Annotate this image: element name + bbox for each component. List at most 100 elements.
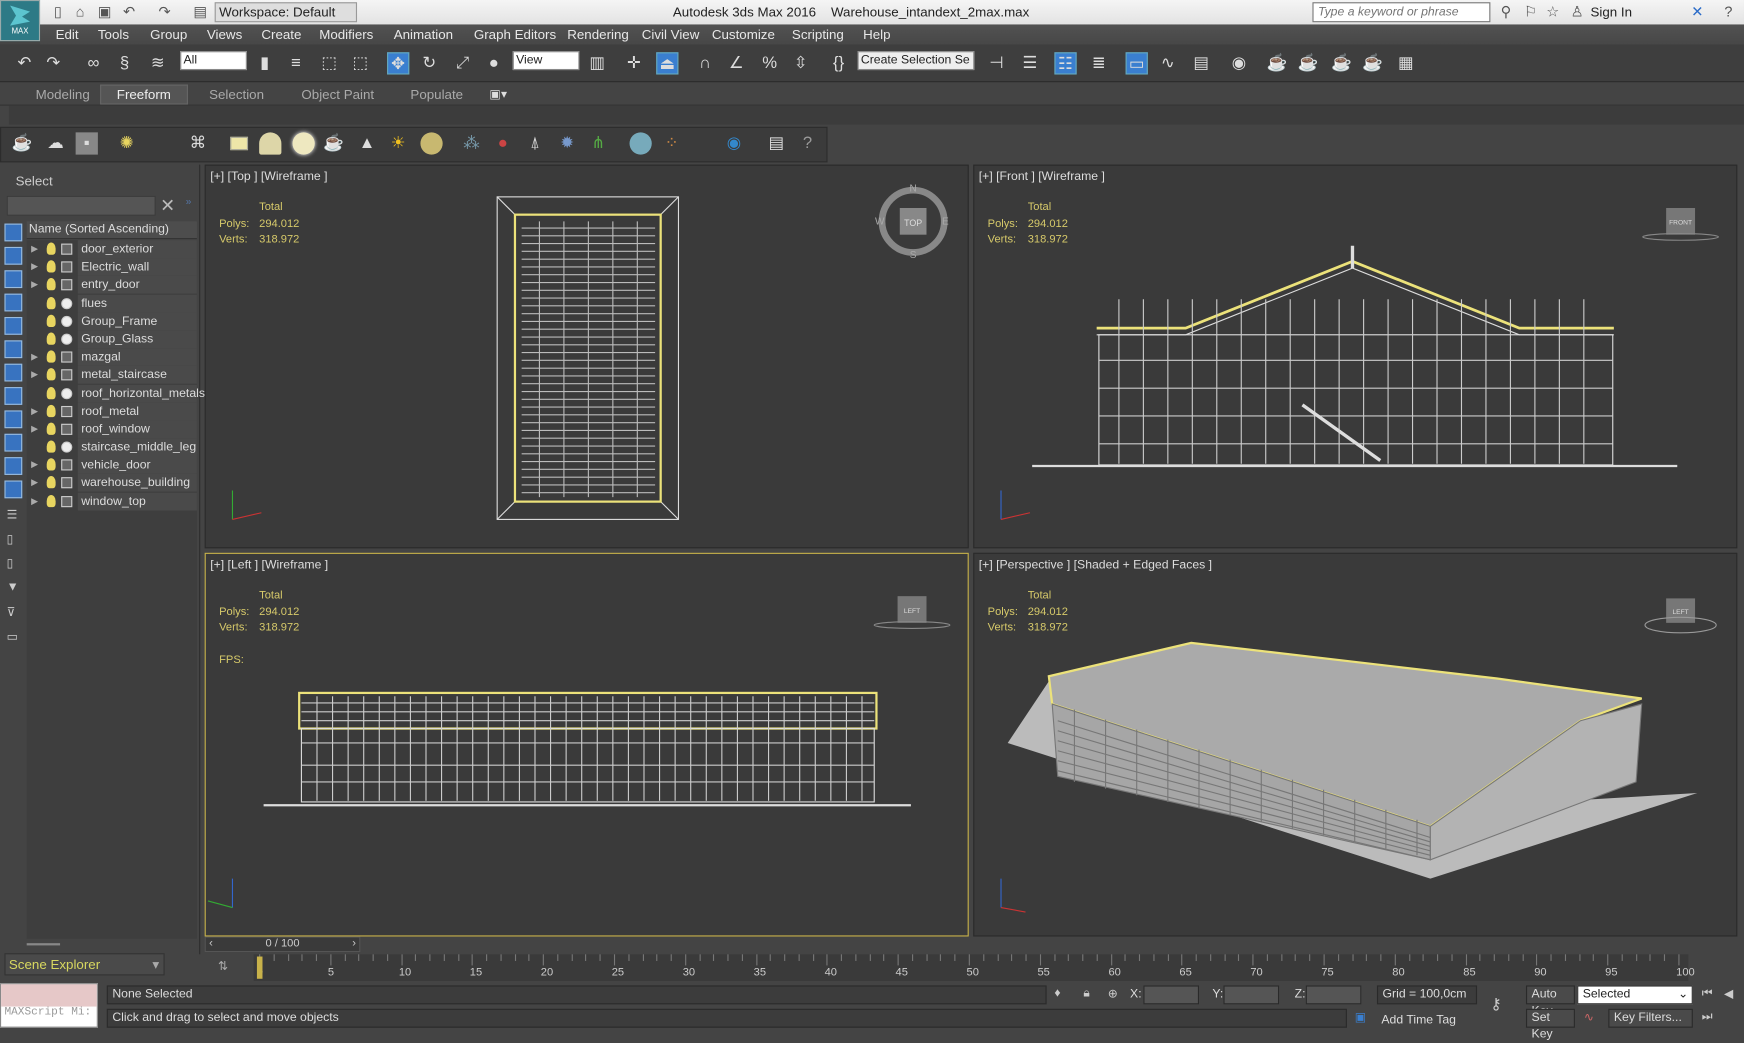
visibility-bulb-icon[interactable]	[46, 314, 56, 327]
list-item[interactable]: ▶ door_exterior	[27, 240, 197, 259]
cloud-icon[interactable]: ☁	[44, 132, 66, 154]
geosphere-icon[interactable]: ☕	[323, 132, 345, 154]
isolate-icon[interactable]: ♦	[1054, 987, 1060, 1000]
add-time-tag-button[interactable]: Add Time Tag	[1381, 1013, 1456, 1026]
favorites-star-icon[interactable]: ☆	[1544, 3, 1562, 21]
timeline-track[interactable]: 0510152025303540455055606570758085909510…	[253, 954, 1695, 981]
material-editor-icon[interactable]: ◉	[1228, 52, 1250, 74]
app-menu-button[interactable]: MAX	[0, 0, 41, 42]
render-element-icon[interactable]: ◉	[723, 132, 745, 154]
new-file-icon[interactable]: ▯	[49, 3, 67, 21]
undo-icon[interactable]: ↶	[120, 3, 138, 21]
list-item[interactable]: ▶ roof_metal	[27, 402, 197, 421]
link-icon[interactable]: ∞	[82, 52, 104, 74]
mirror-icon[interactable]: ⊣	[985, 52, 1007, 74]
close-icon[interactable]: ✕	[160, 195, 175, 217]
viewport-label-menu[interactable]: [+] [Front ] [Wireframe ]	[979, 170, 1105, 183]
key-filters-button[interactable]: Key Filters...	[1608, 1008, 1693, 1028]
expand-arrow-icon[interactable]: ▶	[31, 258, 38, 276]
display-geometry-icon[interactable]	[4, 316, 23, 335]
sun-icon[interactable]: ☀	[387, 132, 409, 154]
display-containers-icon[interactable]	[4, 480, 23, 499]
scene-explorer-dropdown[interactable]: Scene Explorer ▾	[4, 953, 165, 976]
expand-arrow-icon[interactable]: ▶	[31, 276, 38, 294]
scene-explorer-toggle-icon[interactable]: ☷	[1054, 52, 1077, 75]
workspace-dropdown[interactable]: Workspace: Default	[214, 2, 358, 23]
filter-icon[interactable]: ▼	[7, 581, 19, 594]
display-helpers-icon[interactable]	[4, 387, 23, 405]
a360-gallery-icon[interactable]: ▦	[1395, 52, 1417, 74]
window-crossing-icon[interactable]: ⬚	[349, 52, 371, 74]
menu-tools[interactable]: Tools	[98, 27, 129, 43]
viewcube-front[interactable]: FRONT	[1669, 220, 1692, 227]
unlink-icon[interactable]: §	[113, 52, 135, 74]
list-view-icon[interactable]: ☰	[7, 507, 18, 521]
menu-views[interactable]: Views	[207, 27, 242, 43]
pylon-icon[interactable]: ⍋	[524, 132, 546, 154]
menu-group[interactable]: Group	[150, 27, 187, 43]
selection-filter-dropdown[interactable]: All	[180, 51, 247, 71]
angle-snap-icon[interactable]: ∠	[725, 52, 747, 74]
list-item[interactable]: Group_Frame	[27, 312, 197, 331]
panel-resize-handle[interactable]	[26, 943, 61, 946]
auto-key-button[interactable]: Auto Key	[1525, 985, 1575, 1018]
key-mode-toggle-icon[interactable]: ⏭	[1702, 1010, 1713, 1024]
viewport-left[interactable]: LEFT [+] [Left ] [Wireframe ] Total Polys:…	[204, 552, 969, 937]
scene-states-icon[interactable]: ▤	[765, 132, 787, 154]
scene-explorer-search-input[interactable]	[6, 195, 156, 216]
display-cameras-icon[interactable]	[4, 293, 23, 312]
maxscript-listener[interactable]: MAXScript Mi:	[0, 983, 98, 1028]
sign-in-link[interactable]: Sign In	[1591, 4, 1633, 20]
camera-icon[interactable]: ⌘	[187, 132, 209, 154]
tab-selection[interactable]: Selection	[194, 86, 280, 104]
render-frame-icon[interactable]: ▪	[75, 132, 98, 155]
viewcube-left[interactable]: LEFT	[904, 608, 920, 615]
display-shapes-icon[interactable]	[4, 410, 23, 429]
rendered-frame-window-icon[interactable]: ☕	[1297, 52, 1319, 74]
tab-object-paint[interactable]: Object Paint	[286, 86, 390, 104]
list-item[interactable]: ▶ mazgal	[27, 348, 197, 367]
set-key-icon[interactable]: ⚷	[1490, 994, 1501, 1013]
key-mode-dropdown[interactable]: Selected ⌄	[1577, 985, 1693, 1005]
expand-arrow-icon[interactable]: ▶	[31, 474, 38, 492]
time-tag-icon[interactable]: ▣	[1355, 1010, 1367, 1024]
expand-arrow-icon[interactable]: ▶	[31, 366, 38, 384]
schematic-view-icon[interactable]: ▤	[1190, 52, 1212, 74]
align-icon[interactable]: ☰	[1019, 52, 1041, 74]
display-none-icon[interactable]	[4, 223, 23, 242]
viewport-label-menu[interactable]: [+] [Top ] [Wireframe ]	[210, 170, 327, 183]
list-item[interactable]: ▶ Electric_wall	[27, 258, 197, 277]
undo-icon[interactable]: ↶	[13, 52, 35, 74]
hierarchy-icon[interactable]: ▯	[7, 556, 14, 570]
percent-snap-icon[interactable]: %	[759, 52, 781, 74]
go-to-start-icon[interactable]: ⏮	[1702, 987, 1713, 1001]
list-item[interactable]: roof_horizontal_metals	[27, 384, 205, 403]
menu-edit[interactable]: Edit	[56, 27, 79, 43]
save-icon[interactable]: ▣	[96, 3, 114, 21]
visibility-bulb-icon[interactable]	[46, 476, 56, 489]
list-item[interactable]: ▶ metal_staircase	[27, 366, 197, 385]
z-coordinate-input[interactable]	[1305, 985, 1362, 1005]
expand-arrow-icon[interactable]: ▶	[31, 402, 38, 420]
set-key-button[interactable]: Set Key	[1525, 1008, 1575, 1041]
viewport-label-menu[interactable]: [+] [Left ] [Wireframe ]	[210, 558, 328, 571]
select-and-rotate-icon[interactable]: ↻	[418, 52, 440, 74]
select-and-scale-icon[interactable]: ⤢	[452, 52, 474, 74]
viewport-front[interactable]: FRONT [+] [Front ] [Wireframe ] Total Poly…	[973, 164, 1738, 549]
user-icon[interactable]: ♙	[1568, 3, 1586, 21]
select-by-name-icon[interactable]: ≡	[285, 52, 307, 74]
y-coordinate-input[interactable]	[1223, 985, 1280, 1005]
visibility-bulb-icon[interactable]	[46, 242, 56, 255]
expand-arrow-icon[interactable]: ▶	[31, 492, 38, 510]
x-coordinate-input[interactable]	[1143, 985, 1199, 1005]
absolute-mode-icon[interactable]: ⊕	[1108, 987, 1118, 1001]
open-file-icon[interactable]: ⌂	[71, 3, 89, 21]
menu-animation[interactable]: Animation	[394, 27, 453, 43]
menu-scripting[interactable]: Scripting	[792, 27, 844, 43]
menu-graph-editors[interactable]: Graph Editors	[474, 27, 556, 43]
spinner-snap-icon[interactable]: ⇳	[790, 52, 812, 74]
rectangle-selection-icon[interactable]: ⬚	[318, 52, 340, 74]
curve-editor-icon[interactable]: ∿	[1157, 52, 1179, 74]
visibility-bulb-icon[interactable]	[46, 260, 56, 273]
previous-frame-icon[interactable]: ◀	[1724, 987, 1733, 1001]
